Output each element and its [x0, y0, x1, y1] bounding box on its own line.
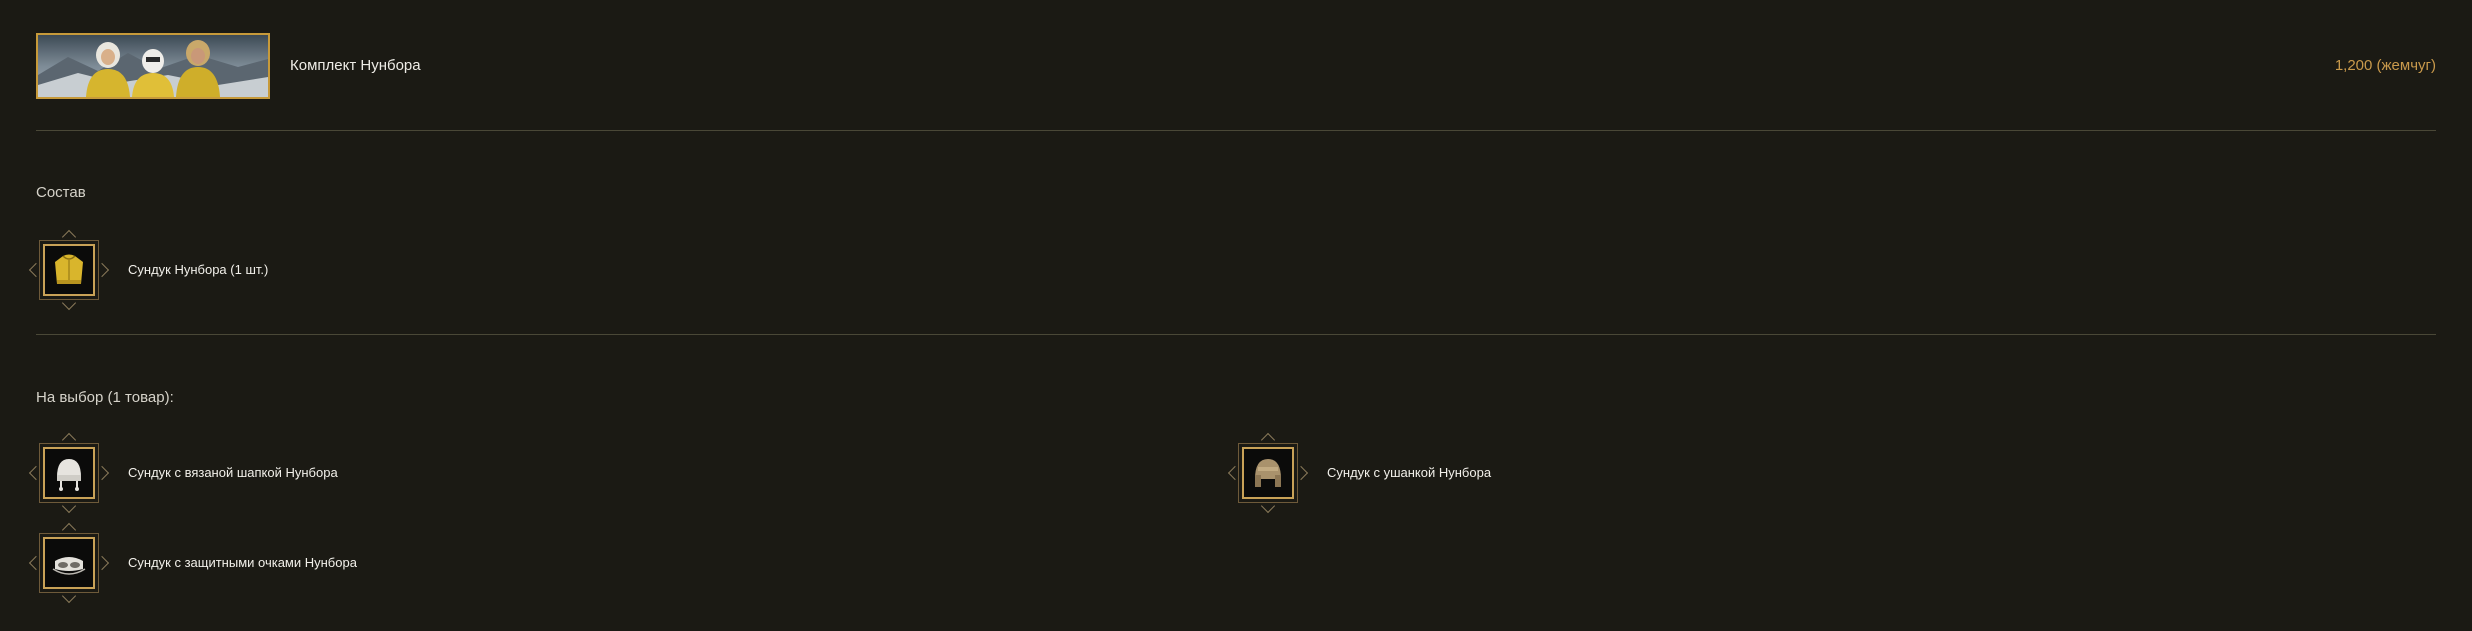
composition-item[interactable]: Сундук Нунбора (1 шт.) — [28, 229, 436, 311]
package-price: 1,200 (жемчуг) — [2334, 57, 2436, 74]
item-frame — [28, 522, 110, 604]
header-divider — [36, 130, 2436, 131]
choice-label: На выбор (1 товар): — [36, 389, 174, 406]
goggles-icon — [52, 557, 86, 575]
choice-item-label: Сундук с ушанкой Нунбора — [1327, 465, 1492, 480]
package-title: Комплект Нунбора — [290, 57, 421, 74]
package-banner-image — [36, 33, 270, 99]
item-frame — [1227, 432, 1309, 514]
yellow-jacket-icon — [55, 254, 83, 284]
fur-hat-icon — [1255, 459, 1281, 487]
composition-item-label: Сундук Нунбора (1 шт.) — [128, 262, 269, 277]
composition-divider — [36, 334, 2436, 335]
choice-item-label: Сундук с защитными очками Нунбора — [128, 555, 357, 570]
composition-label: Состав — [36, 184, 86, 201]
item-frame — [28, 432, 110, 514]
choice-item-fur-hat[interactable]: Сундук с ушанкой Нунбора — [1227, 432, 1835, 514]
knit-hat-icon — [57, 459, 81, 491]
choice-item-label: Сундук с вязаной шапкой Нунбора — [128, 465, 338, 480]
package-header: Комплект Нунбора 1,200 (жемчуг) — [36, 33, 2436, 99]
item-frame — [28, 229, 110, 311]
choice-item-knit-hat[interactable]: Сундук с вязаной шапкой Нунбора — [28, 432, 636, 514]
choice-item-goggles[interactable]: Сундук с защитными очками Нунбора — [28, 522, 636, 604]
